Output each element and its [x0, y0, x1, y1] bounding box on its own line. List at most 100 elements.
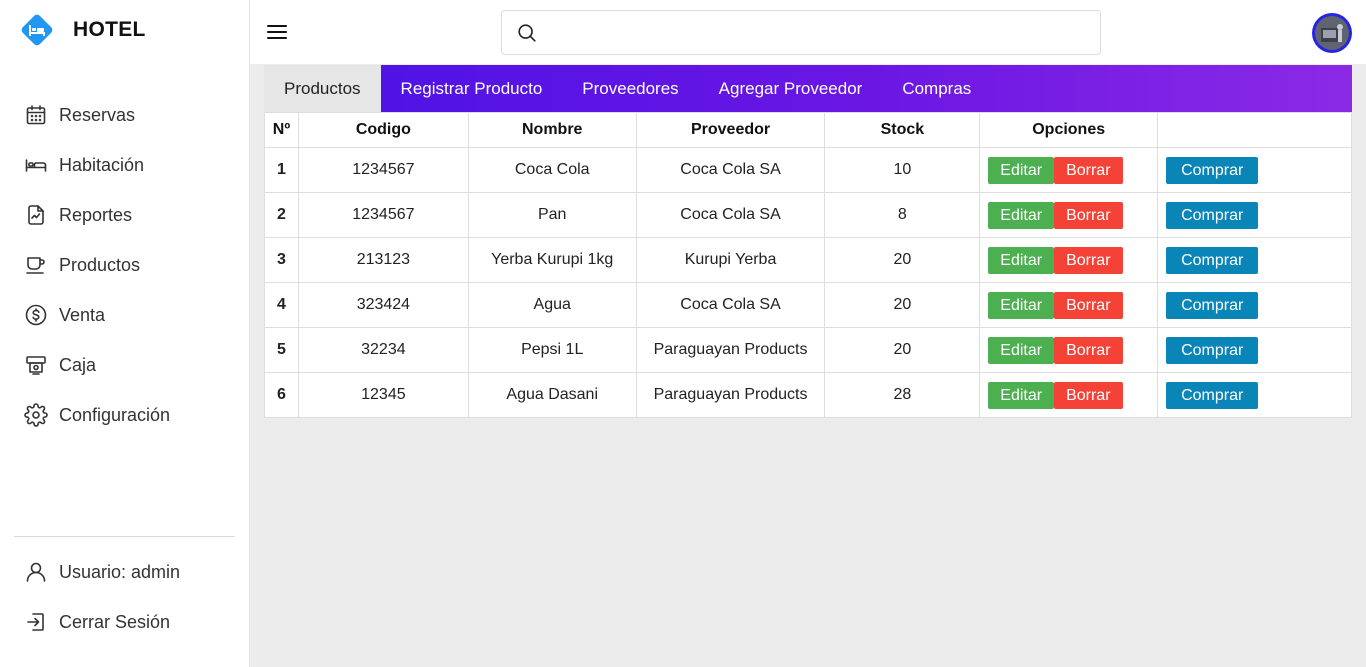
cell-stock: 8 — [824, 192, 981, 238]
buy-button[interactable]: Comprar — [1166, 201, 1259, 229]
sidebar-item-label: Configuración — [59, 404, 171, 425]
delete-button[interactable]: Borrar — [1054, 381, 1123, 409]
delete-button[interactable]: Borrar — [1054, 336, 1123, 364]
products-table: Nº Codigo Nombre Proveedor Stock Opcione… — [264, 112, 1352, 418]
buy-button[interactable]: Comprar — [1166, 291, 1259, 319]
cell-stock: 20 — [824, 327, 981, 373]
sidebar-item-label: Reservas — [59, 104, 136, 125]
register-icon — [26, 356, 46, 375]
table-row: 2 1234567 Pan Coca Cola SA 8 Editar Borra… — [264, 192, 1352, 238]
cell-proveedor: Paraguayan Products — [635, 327, 826, 373]
buy-button[interactable]: Comprar — [1166, 381, 1259, 409]
cell-stock: 28 — [824, 372, 981, 418]
sidebar-item-productos[interactable]: Productos — [0, 240, 249, 290]
tab-proveedores[interactable]: Proveedores — [562, 65, 698, 112]
search-icon — [518, 23, 536, 42]
cell-number: 5 — [264, 327, 299, 373]
cell-proveedor: Coca Cola SA — [635, 192, 826, 238]
cell-nombre: Agua Dasani — [467, 372, 637, 418]
table-row: 6 12345 Agua Dasani Paraguayan Products … — [264, 372, 1352, 418]
cell-opciones: Editar Borrar — [979, 192, 1159, 238]
sidebar-item-label: Usuario: admin — [59, 561, 181, 582]
bed-icon — [25, 159, 47, 172]
buy-button[interactable]: Comprar — [1166, 336, 1259, 364]
user-icon — [26, 562, 46, 582]
sidebar-bottom: Usuario: admin Cerrar Sesión — [0, 547, 249, 647]
cell-opciones: Editar Borrar — [979, 327, 1159, 373]
tab-registrar-producto[interactable]: Registrar Producto — [381, 65, 563, 112]
cell-opciones: Editar Borrar — [979, 282, 1159, 328]
cell-number: 3 — [264, 237, 299, 283]
cell-codigo: 213123 — [297, 237, 469, 283]
sidebar-item-user[interactable]: Usuario: admin — [0, 547, 249, 597]
search-input[interactable] — [546, 11, 1100, 54]
cell-comprar: Comprar — [1157, 237, 1352, 283]
avatar[interactable] — [1312, 13, 1352, 53]
buy-button[interactable]: Comprar — [1166, 246, 1259, 274]
sidebar-item-venta[interactable]: Venta — [0, 290, 249, 340]
cell-proveedor: Coca Cola SA — [635, 282, 826, 328]
dollar-icon — [25, 304, 47, 326]
report-icon — [28, 205, 44, 225]
calendar-icon — [26, 105, 46, 125]
sidebar-item-logout[interactable]: Cerrar Sesión — [0, 597, 249, 647]
cell-stock: 20 — [824, 237, 981, 283]
cell-nombre: Pan — [467, 192, 637, 238]
sidebar-item-caja[interactable]: Caja — [0, 340, 249, 390]
cell-comprar: Comprar — [1157, 372, 1352, 418]
sidebar-item-reportes[interactable]: Reportes — [0, 190, 249, 240]
products-table-container: Nº Codigo Nombre Proveedor Stock Opcione… — [264, 112, 1352, 418]
tab-productos[interactable]: Productos — [264, 65, 381, 112]
table-row: 3 213123 Yerba Kurupi 1kg Kurupi Yerba 2… — [264, 237, 1352, 283]
cell-codigo: 323424 — [297, 282, 469, 328]
cell-proveedor: Coca Cola SA — [635, 147, 826, 193]
delete-button[interactable]: Borrar — [1054, 246, 1123, 274]
logout-icon — [27, 613, 44, 631]
cell-codigo: 1234567 — [297, 192, 469, 238]
delete-button[interactable]: Borrar — [1054, 201, 1123, 229]
cell-codigo: 12345 — [297, 372, 469, 418]
delete-button[interactable]: Borrar — [1054, 291, 1123, 319]
edit-button[interactable]: Editar — [988, 336, 1055, 364]
sidebar-item-reservas[interactable]: Reservas — [0, 90, 249, 140]
buy-button[interactable]: Comprar — [1166, 156, 1259, 184]
edit-button[interactable]: Editar — [988, 201, 1055, 229]
cell-nombre: Coca Cola — [467, 147, 637, 193]
sidebar-item-label: Habitación — [59, 154, 145, 175]
brand[interactable]: HOTEL — [18, 12, 146, 48]
tab-compras[interactable]: Compras — [882, 65, 991, 112]
table-row: 4 323424 Agua Coca Cola SA 20 Editar Borr… — [264, 282, 1352, 328]
cell-comprar: Comprar — [1157, 192, 1352, 238]
sidebar-item-label: Productos — [59, 254, 141, 275]
sidebar-divider — [14, 536, 235, 537]
delete-button[interactable]: Borrar — [1054, 156, 1123, 184]
cell-opciones: Editar Borrar — [979, 237, 1159, 283]
cell-number: 2 — [264, 192, 299, 238]
cell-comprar: Comprar — [1157, 327, 1352, 373]
sidebar-item-configuracion[interactable]: Configuración — [0, 390, 249, 440]
col-header-stock: Stock — [824, 112, 981, 148]
cell-stock: 20 — [824, 282, 981, 328]
sidebar-item-habitacion[interactable]: Habitación — [0, 140, 249, 190]
edit-button[interactable]: Editar — [988, 246, 1055, 274]
col-header-empty — [1157, 112, 1352, 148]
cell-proveedor: Kurupi Yerba — [635, 237, 826, 283]
cell-nombre: Pepsi 1L — [467, 327, 637, 373]
edit-button[interactable]: Editar — [988, 291, 1055, 319]
col-header-proveedor: Proveedor — [635, 112, 826, 148]
cell-comprar: Comprar — [1157, 282, 1352, 328]
hotel-logo-icon — [18, 11, 56, 49]
tab-agregar-proveedor[interactable]: Agregar Proveedor — [699, 65, 883, 112]
tab-bar: Productos Registrar Producto Proveedores… — [264, 65, 1352, 112]
cell-codigo: 32234 — [297, 327, 469, 373]
sidebar-item-label: Venta — [59, 304, 106, 325]
cell-opciones: Editar Borrar — [979, 372, 1159, 418]
sidebar-item-label: Cerrar Sesión — [59, 611, 171, 632]
col-header-opciones: Opciones — [979, 112, 1159, 148]
menu-toggle-button[interactable] — [265, 20, 289, 44]
col-header-nombre: Nombre — [467, 112, 637, 148]
edit-button[interactable]: Editar — [988, 156, 1055, 184]
edit-button[interactable]: Editar — [988, 381, 1055, 409]
search-box[interactable] — [501, 10, 1101, 55]
cell-comprar: Comprar — [1157, 147, 1352, 193]
